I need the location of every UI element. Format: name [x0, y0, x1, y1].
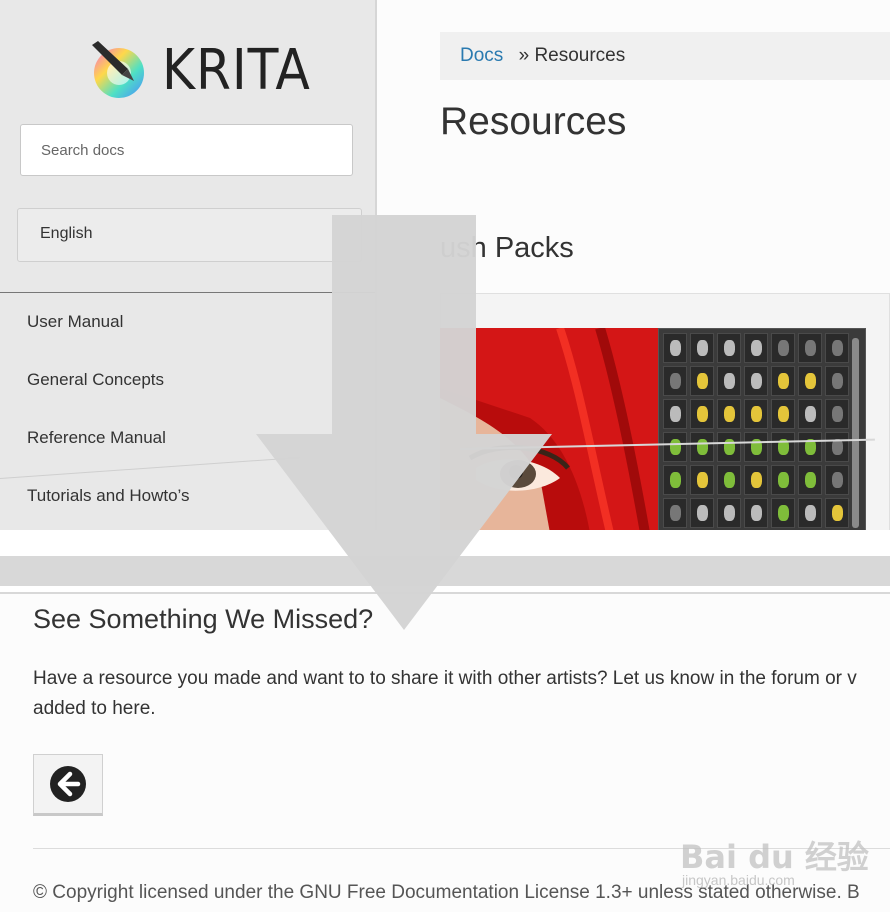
breadcrumb: Docs » Resources [440, 32, 890, 80]
footer-copyright: © Copyright licensed under the GNU Free … [33, 882, 860, 903]
previous-page-button[interactable] [33, 754, 103, 816]
krita-logo[interactable]: KRITA [88, 37, 327, 103]
brush-grid-scrollbar[interactable] [852, 338, 859, 528]
nav-divider [0, 292, 375, 293]
krita-wordmark: KRITA [162, 37, 311, 103]
sidebar-item-tutorials[interactable]: Tutorials and Howto’s [27, 486, 190, 506]
krita-docs-bottom-screenshot: See Something We Missed? Have a resource… [0, 592, 890, 912]
breadcrumb-docs-link[interactable]: Docs [460, 45, 503, 66]
language-select[interactable]: English [17, 208, 362, 262]
missed-description: Have a resource you made and want to to … [33, 668, 857, 719]
sidebar-item-reference-manual[interactable]: Reference Manual [27, 428, 166, 448]
painted-face-illustration [440, 328, 658, 530]
krita-logo-icon [92, 41, 144, 98]
breadcrumb-current: Resources [534, 45, 626, 66]
footer-divider [33, 848, 890, 849]
breadcrumb-separator: » [518, 45, 530, 66]
screenshot-separator-band [0, 556, 890, 586]
brush-pack-preview-image[interactable] [440, 328, 658, 530]
sidebar-item-general-concepts[interactable]: General Concepts [27, 370, 164, 390]
search-input[interactable] [20, 124, 353, 176]
arrow-left-icon [50, 766, 86, 802]
brush-preset-grid[interactable] [658, 328, 866, 530]
section-title-missed: See Something We Missed? [33, 604, 374, 634]
page-title: Resources [440, 100, 627, 143]
sidebar: KRITA English User Manual General Concep… [0, 0, 377, 530]
krita-docs-top-screenshot: KRITA English User Manual General Concep… [0, 0, 890, 530]
sidebar-item-user-manual[interactable]: User Manual [27, 312, 123, 332]
section-title: ush Packs [440, 232, 574, 264]
